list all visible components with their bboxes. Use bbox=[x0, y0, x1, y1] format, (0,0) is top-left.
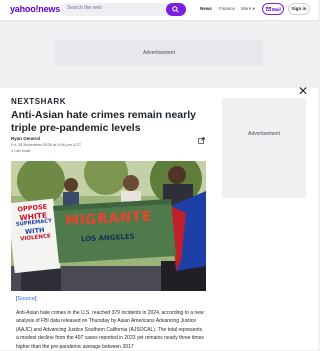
read-time: 2 min read bbox=[11, 148, 30, 153]
protest-sign: OPPOSE WHITE SUPREMACY WITH VIOLENCE bbox=[11, 203, 58, 245]
sign-in-button[interactable]: Sign in bbox=[288, 3, 310, 15]
mail-icon bbox=[266, 7, 271, 11]
source-link[interactable]: Source bbox=[18, 296, 35, 302]
mail-label: Mail bbox=[272, 6, 281, 12]
top-advertisement[interactable]: Advertisement bbox=[55, 40, 263, 66]
nav-news[interactable]: News bbox=[200, 6, 212, 11]
article-author[interactable]: Ryan General bbox=[11, 136, 40, 141]
chevron-down-icon: ▾ bbox=[252, 6, 255, 11]
nav-more-label: More bbox=[241, 6, 252, 11]
article-date: Fri, 28 November 2025 at 9:06 pm UTC bbox=[11, 142, 82, 147]
nav-finance[interactable]: Finance bbox=[219, 6, 235, 11]
nav-more[interactable]: More ▾ bbox=[241, 6, 255, 12]
close-icon[interactable]: ✕ bbox=[296, 84, 310, 98]
mail-button[interactable]: Mail bbox=[262, 3, 284, 15]
article-body: Anti-Asian hate crimes in the U.S. reach… bbox=[16, 310, 204, 350]
source-bracket-close: ] bbox=[34, 296, 37, 302]
advertisement-label: Advertisement bbox=[143, 50, 175, 56]
share-icon[interactable] bbox=[198, 137, 205, 144]
article-title: Anti-Asian hate crimes remain nearly tri… bbox=[11, 109, 196, 134]
yahoo-news-logo[interactable]: yahoo!news bbox=[10, 4, 60, 14]
photo-source: [Source] bbox=[16, 296, 37, 302]
top-nav-bar: yahoo!news Search the web News Finance M… bbox=[0, 0, 318, 21]
search-icon bbox=[172, 6, 179, 13]
search-placeholder: Search the web bbox=[67, 5, 102, 11]
advertisement-label: Advertisement bbox=[248, 131, 280, 137]
publisher-brand: NEXTSHARK bbox=[11, 97, 67, 106]
search-button[interactable] bbox=[166, 3, 186, 16]
article-photo: OPPOSE WHITE SUPREMACY WITH VIOLENCE MIG… bbox=[11, 161, 206, 291]
side-advertisement[interactable]: Advertisement bbox=[222, 98, 306, 198]
